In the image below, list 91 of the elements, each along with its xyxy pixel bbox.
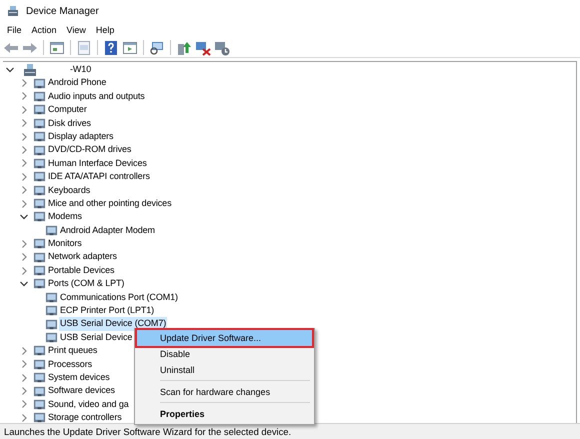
window-icon[interactable] <box>122 40 138 56</box>
tree-item[interactable]: System devices <box>47 370 111 384</box>
device-icon <box>33 398 46 411</box>
tree-item[interactable]: Keyboards <box>47 184 92 197</box>
tree-item[interactable]: IDE ATA/ATAPI controllers <box>47 170 151 184</box>
context-menu-item[interactable]: Disable <box>137 346 312 362</box>
status-bar: Launches the Update Driver Software Wizard for the selected device. <box>0 423 580 439</box>
device-icon <box>33 264 46 278</box>
expand-icon[interactable] <box>19 78 29 88</box>
tree-item[interactable]: Disk drives <box>47 116 92 130</box>
expand-icon[interactable] <box>19 238 29 249</box>
device-icon <box>33 76 46 90</box>
device-icon <box>45 331 58 344</box>
device-icon <box>45 318 58 331</box>
expand-icon[interactable] <box>19 346 29 356</box>
expand-icon[interactable] <box>19 359 29 370</box>
expand-icon[interactable] <box>19 252 29 262</box>
expand-icon[interactable] <box>19 145 29 156</box>
menu-item[interactable]: Action <box>32 25 57 35</box>
uninstall-icon[interactable] <box>195 40 211 56</box>
collapse-icon[interactable] <box>19 278 29 289</box>
context-menu-item[interactable]: Update Driver Software... <box>137 330 312 346</box>
window-icon[interactable] <box>49 40 65 56</box>
device-icon <box>33 184 46 197</box>
device-icon <box>33 130 46 144</box>
tree-item[interactable]: Monitors <box>47 237 83 250</box>
tree-item[interactable]: Human Interface Devices <box>47 156 148 170</box>
expand-icon[interactable] <box>19 386 29 396</box>
tree-item[interactable]: Ports (COM & LPT) <box>47 277 126 291</box>
expand-icon[interactable] <box>19 91 29 102</box>
device-icon <box>33 210 46 224</box>
device-icon <box>33 277 46 290</box>
device-icon <box>33 384 46 398</box>
tree-item[interactable]: Display adapters <box>47 130 114 144</box>
device-icon <box>33 144 46 157</box>
context-menu-item[interactable]: Scan for hardware changes <box>137 384 312 400</box>
collapse-icon[interactable] <box>5 64 15 75</box>
tree-item[interactable]: USB Serial Device <box>59 330 134 344</box>
tree-item[interactable]: Portable Devices <box>47 264 116 278</box>
tree-item[interactable]: Sound, video and ga <box>47 398 130 412</box>
device-icon <box>33 344 46 358</box>
device-icon <box>33 156 46 170</box>
tree-item[interactable]: Mice and other pointing devices <box>47 196 172 210</box>
expand-icon[interactable] <box>19 132 29 142</box>
tree-item[interactable]: Audio inputs and outputs <box>47 90 146 104</box>
device-icon <box>33 250 46 264</box>
tree-item[interactable]: Communications Port (COM1) <box>59 290 179 304</box>
tree-item[interactable]: Network adapters <box>47 250 118 264</box>
tree-item[interactable]: Software devices <box>47 384 116 398</box>
tree-item[interactable]: Storage controllers <box>47 411 123 423</box>
help-icon[interactable] <box>103 40 119 56</box>
expand-icon[interactable] <box>19 158 29 168</box>
device-icon <box>33 411 46 423</box>
tree-item[interactable]: Modems <box>47 210 83 224</box>
expand-icon[interactable] <box>19 185 29 196</box>
tree-item[interactable]: Android Adapter Modem <box>59 224 156 238</box>
computer-icon <box>22 62 38 77</box>
tree-item[interactable]: DVD/CD-ROM drives <box>47 143 132 157</box>
tree-item[interactable]: -W10 <box>69 63 92 76</box>
tree-item[interactable]: Processors <box>47 358 94 371</box>
device-icon <box>33 371 46 384</box>
update-driver-icon[interactable] <box>176 40 192 56</box>
device-icon <box>33 116 46 130</box>
tree-item[interactable]: Computer <box>47 103 88 117</box>
menu-item[interactable]: File <box>7 25 22 35</box>
device-icon <box>33 197 46 210</box>
expand-icon[interactable] <box>19 172 29 182</box>
device-icon <box>33 237 46 250</box>
expand-icon[interactable] <box>19 118 29 128</box>
window-title: Device Manager <box>26 6 99 16</box>
device-icon <box>33 103 46 116</box>
device-icon <box>45 290 58 304</box>
expand-icon[interactable] <box>19 399 29 410</box>
context-menu-item[interactable]: Properties <box>137 406 312 422</box>
expand-icon[interactable] <box>19 104 29 115</box>
menu-item[interactable]: View <box>66 25 86 35</box>
menu-item[interactable]: Help <box>96 25 114 35</box>
tree-item[interactable]: Android Phone <box>47 76 108 90</box>
device-icon <box>33 170 46 184</box>
tree-item[interactable]: USB Serial Device (COM7) <box>59 317 168 331</box>
expand-icon[interactable] <box>19 412 29 423</box>
tree-item[interactable]: ECP Printer Port (LPT1) <box>59 304 156 318</box>
tree-item[interactable]: Print queues <box>47 344 98 358</box>
device-icon <box>33 358 46 371</box>
device-icon <box>45 304 58 318</box>
collapse-icon[interactable] <box>19 212 29 222</box>
monitor-scan-icon[interactable] <box>149 40 165 56</box>
expand-icon[interactable] <box>19 372 29 383</box>
device-icon <box>45 224 58 237</box>
device-icon <box>33 90 46 103</box>
context-menu-item[interactable]: Uninstall <box>137 362 312 378</box>
